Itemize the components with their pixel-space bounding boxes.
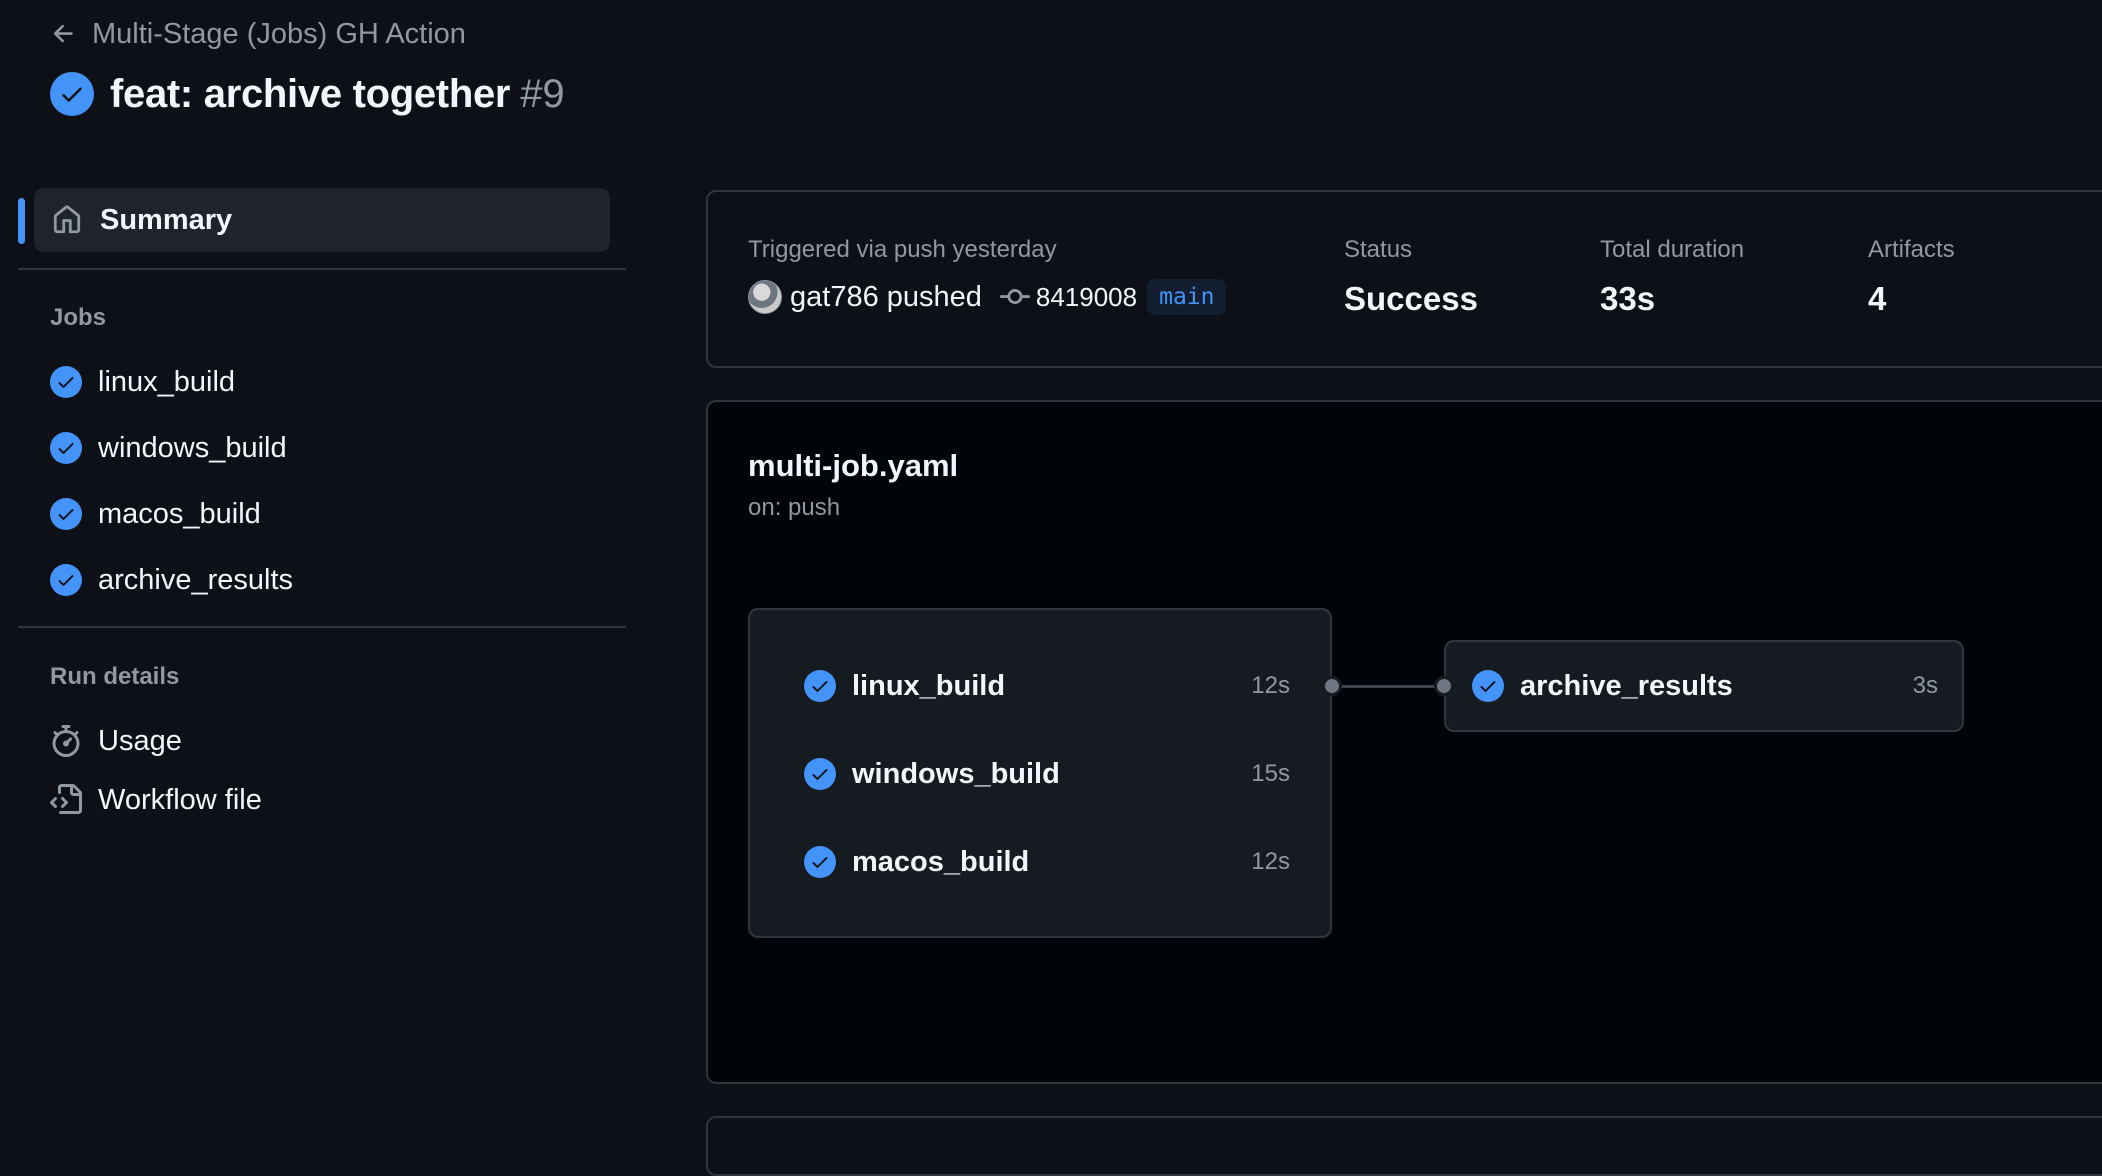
job-name: windows_build — [852, 757, 1060, 790]
artifacts-label: Artifacts — [1868, 236, 1955, 263]
workflow-trigger: on: push — [748, 494, 841, 521]
workflow-graph-card: multi-job.yaml on: push linux_build 12s … — [706, 400, 2102, 1084]
home-icon — [53, 205, 81, 234]
job-name: macos_build — [98, 497, 261, 530]
duration-value: 33s — [1600, 280, 1656, 317]
run-details-heading: Run details — [50, 663, 180, 690]
success-check-icon — [50, 432, 82, 464]
job-duration: 12s — [1251, 672, 1290, 699]
job-name: archive_results — [98, 563, 294, 596]
sidebar-item-linux-build[interactable]: linux_build — [50, 362, 235, 402]
parallel-job-group: linux_build 12s windows_build 15s macos_… — [748, 608, 1332, 938]
job-duration: 3s — [1912, 672, 1938, 699]
trigger-info: Triggered via push yesterday gat786 push… — [748, 236, 1227, 316]
divider — [18, 268, 626, 270]
job-name: linux_build — [852, 669, 1006, 702]
job-duration: 12s — [1251, 848, 1290, 875]
action-text: pushed — [886, 280, 982, 313]
artifacts-info: Artifacts 4 — [1868, 236, 1955, 318]
duration-info: Total duration 33s — [1600, 236, 1744, 318]
graph-job-macos-build[interactable]: macos_build 12s — [804, 842, 1290, 882]
sidebar-item-windows-build[interactable]: windows_build — [50, 428, 287, 468]
graph-connector-dot — [1434, 676, 1454, 696]
next-section-card — [706, 1116, 2102, 1176]
job-name: linux_build — [98, 365, 236, 398]
status-info: Status Success — [1344, 236, 1478, 318]
success-check-icon — [1472, 670, 1504, 702]
success-check-icon — [50, 366, 82, 398]
run-title-text: feat: archive together — [110, 71, 511, 116]
actor-link[interactable]: gat786 — [790, 281, 879, 314]
graph-job-windows-build[interactable]: windows_build 15s — [804, 754, 1290, 794]
active-indicator — [18, 198, 25, 244]
graph-connector-line — [1336, 685, 1444, 688]
divider — [18, 626, 626, 628]
sidebar-item-archive-results[interactable]: archive_results — [50, 560, 293, 600]
graph-connector-dot — [1322, 676, 1342, 696]
trigger-text: Triggered via push yesterday — [748, 236, 1057, 263]
job-duration: 15s — [1251, 760, 1290, 787]
success-check-icon — [804, 670, 836, 702]
back-to-workflow-link[interactable]: Multi-Stage (Jobs) GH Action — [50, 14, 466, 54]
arrow-left-icon — [53, 24, 73, 43]
status-value: Success — [1344, 280, 1478, 317]
success-check-icon — [50, 564, 82, 596]
job-name: archive_results — [1520, 669, 1733, 702]
workflow-name: Multi-Stage (Jobs) GH Action — [92, 17, 466, 50]
artifacts-value[interactable]: 4 — [1868, 280, 1955, 318]
file-code-icon — [50, 784, 82, 814]
graph-job-archive-results[interactable]: archive_results 3s — [1444, 640, 1964, 732]
success-check-icon — [50, 498, 82, 530]
sidebar-item-summary[interactable]: Summary — [34, 188, 610, 252]
sidebar-item-macos-build[interactable]: macos_build — [50, 494, 261, 534]
sidebar-item-label: Workflow file — [98, 783, 262, 816]
sidebar-item-usage[interactable]: Usage — [50, 721, 182, 761]
sidebar-item-label: Summary — [100, 203, 233, 236]
success-check-icon — [50, 72, 94, 116]
workflow-file-name: multi-job.yaml — [748, 448, 959, 483]
status-label: Status — [1344, 236, 1413, 263]
run-summary-card: Triggered via push yesterday gat786 push… — [706, 190, 2102, 368]
success-check-icon — [804, 758, 836, 790]
success-check-icon — [804, 846, 836, 878]
job-name: macos_build — [852, 845, 1030, 878]
commit-sha-link[interactable]: 8419008 — [1036, 282, 1137, 313]
stopwatch-icon — [52, 725, 80, 757]
jobs-heading: Jobs — [50, 304, 107, 331]
sidebar-item-workflow-file[interactable]: Workflow file — [50, 780, 262, 820]
branch-badge[interactable]: main — [1147, 279, 1227, 315]
graph-job-linux-build[interactable]: linux_build 12s — [804, 666, 1290, 706]
sidebar-item-label: Usage — [98, 724, 182, 757]
run-number: #9 — [520, 71, 565, 116]
job-name: windows_build — [98, 431, 287, 464]
git-commit-icon — [999, 289, 1030, 305]
run-title: feat: archive together #9 — [50, 70, 565, 118]
avatar[interactable] — [748, 280, 782, 314]
duration-label: Total duration — [1600, 236, 1745, 263]
